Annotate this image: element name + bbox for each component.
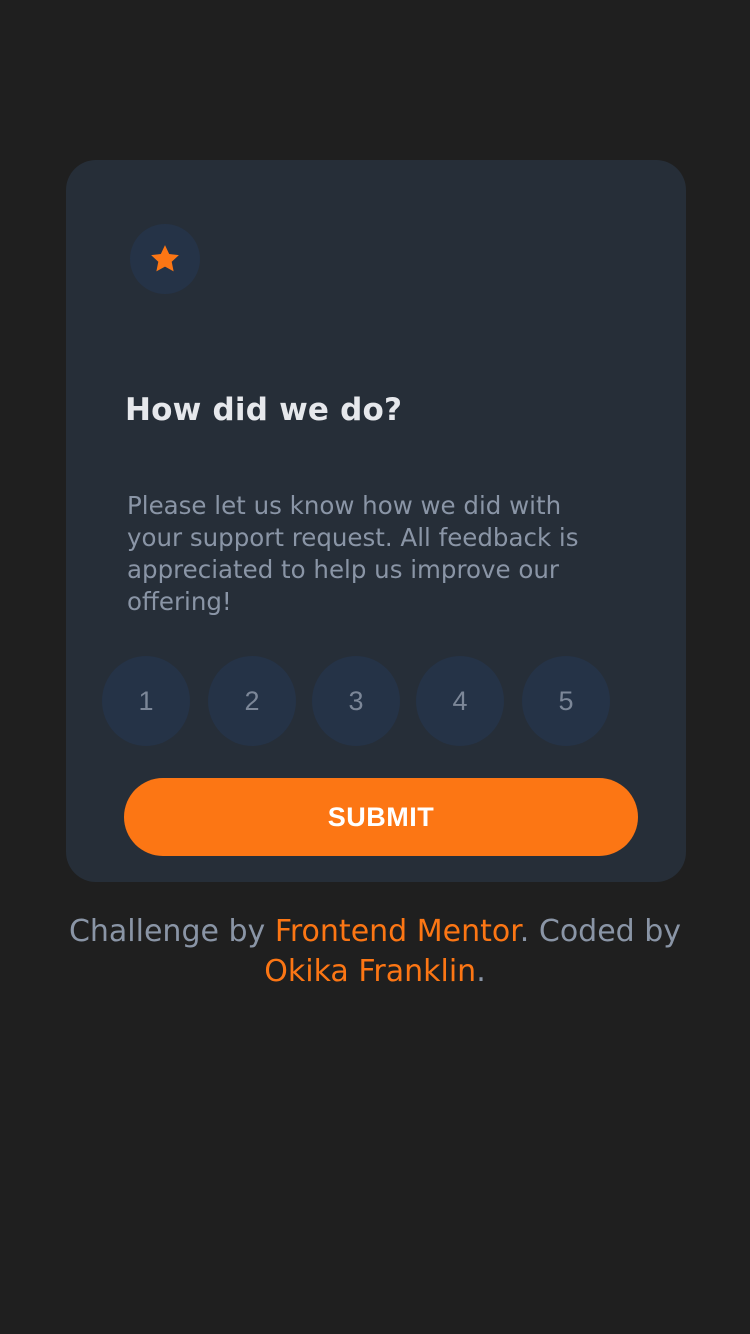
card-description: Please let us know how we did with your … xyxy=(127,491,579,616)
attribution-middle: . Coded by xyxy=(519,914,682,949)
rating-button-2[interactable]: 2 xyxy=(208,656,296,746)
attribution: Challenge by Frontend Mentor. Coded by O… xyxy=(0,912,750,992)
rating-button-4[interactable]: 4 xyxy=(416,656,504,746)
attribution-suffix: . xyxy=(476,954,486,989)
attribution-prefix: Challenge by xyxy=(68,914,275,949)
submit-button[interactable]: SUBMIT xyxy=(124,778,638,856)
rating-button-3[interactable]: 3 xyxy=(312,656,400,746)
rating-options: 1 2 3 4 5 xyxy=(102,656,612,746)
star-icon xyxy=(151,245,179,272)
frontend-mentor-link[interactable]: Frontend Mentor xyxy=(275,914,520,949)
star-icon-badge xyxy=(130,224,200,294)
rating-button-1[interactable]: 1 xyxy=(102,656,190,746)
card-title: How did we do? xyxy=(125,392,403,428)
author-link[interactable]: Okika Franklin xyxy=(264,954,476,989)
rating-button-5[interactable]: 5 xyxy=(522,656,610,746)
rating-card: How did we do? Please let us know how we… xyxy=(66,160,686,882)
